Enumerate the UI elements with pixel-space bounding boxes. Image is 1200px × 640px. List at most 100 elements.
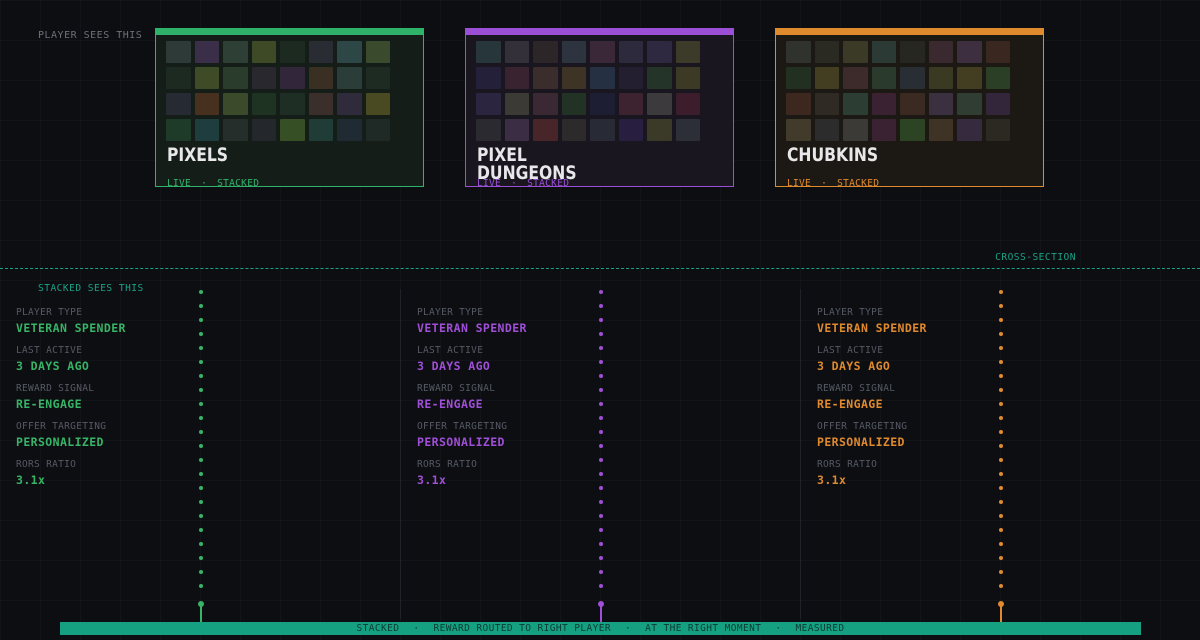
- signal-dot: [199, 458, 203, 462]
- signal-dot: [199, 304, 203, 308]
- signal-dot: [599, 318, 603, 322]
- field-value: PERSONALIZED: [16, 435, 104, 449]
- thumbnail-tile: [476, 119, 501, 141]
- signal-dot: [999, 514, 1003, 518]
- signal-dot: [199, 556, 203, 560]
- thumbnail-tile: [504, 93, 529, 115]
- signal-dot: [199, 514, 203, 518]
- signal-dot: [599, 388, 603, 392]
- thumbnail-tile: [251, 67, 276, 89]
- signal-dot: [999, 472, 1003, 476]
- thumbnail-tile: [533, 67, 558, 89]
- thumbnail-tile: [308, 41, 333, 63]
- game-card-chubkins[interactable]: CHUBKINS LIVE · STACKED: [775, 28, 1044, 187]
- signal-dot: [199, 528, 203, 532]
- thumbnail-tile: [900, 41, 925, 63]
- thumbnail-tile: [786, 119, 811, 141]
- footer-item: REWARD ROUTED TO RIGHT PLAYER: [433, 623, 611, 634]
- footer-separator: ·: [413, 623, 420, 634]
- thumbnail-tile: [900, 93, 925, 115]
- thumbnail-tile: [985, 41, 1010, 63]
- signal-dot: [599, 360, 603, 364]
- signal-dot: [599, 514, 603, 518]
- card-thumbnail-grid: [166, 41, 390, 141]
- thumbnail-tile: [871, 67, 896, 89]
- thumbnail-tile: [533, 93, 558, 115]
- card-meta: LIVE · STACKED: [787, 178, 889, 187]
- signal-dot: [599, 444, 603, 448]
- thumbnail-tile: [985, 93, 1010, 115]
- field-value: 3.1x: [417, 473, 447, 487]
- signal-dot: [199, 318, 203, 322]
- thumbnail-tile: [618, 119, 643, 141]
- thumbnail-tile: [337, 67, 362, 89]
- thumbnail-tile: [675, 41, 700, 63]
- thumbnail-tile: [533, 41, 558, 63]
- footer-separator: ·: [624, 623, 632, 634]
- field-label: RORS RATIO: [417, 459, 478, 470]
- thumbnail-tile: [814, 41, 839, 63]
- card-stacked-tag: STACKED: [217, 178, 260, 187]
- routing-footer-bar: STACKED · REWARD ROUTED TO RIGHT PLAYER · AT…: [60, 622, 1141, 635]
- signal-dot: [599, 402, 603, 406]
- signal-dot: [999, 430, 1003, 434]
- thumbnail-tile: [843, 67, 868, 89]
- card-title: CHUBKINS: [787, 144, 879, 166]
- thumbnail-tile: [928, 93, 953, 115]
- thumbnail-tile: [814, 93, 839, 115]
- signal-dot: [199, 416, 203, 420]
- footer-item: MEASURED: [795, 623, 845, 634]
- footer-item: STACKED: [356, 623, 400, 634]
- thumbnail-tile: [957, 41, 982, 63]
- thumbnail-tile: [647, 67, 672, 89]
- card-live-tag: LIVE: [787, 178, 812, 187]
- card-meta-separator: ·: [201, 178, 208, 187]
- field-label: RORS RATIO: [817, 459, 878, 470]
- signal-dot: [999, 584, 1003, 588]
- card-title: PIXELS: [167, 144, 229, 166]
- signal-dot: [999, 318, 1003, 322]
- thumbnail-tile: [476, 67, 501, 89]
- field-label: PLAYER TYPE: [16, 307, 83, 318]
- signal-dot: [199, 472, 203, 476]
- thumbnail-tile: [957, 119, 982, 141]
- thumbnail-tile: [957, 67, 982, 89]
- thumbnail-tile: [476, 93, 501, 115]
- signal-dot: [599, 528, 603, 532]
- thumbnail-tile: [166, 93, 191, 115]
- thumbnail-tile: [647, 93, 672, 115]
- thumbnail-tile: [590, 41, 615, 63]
- thumbnail-tile: [280, 41, 305, 63]
- signal-dot: [599, 556, 603, 560]
- thumbnail-tile: [280, 119, 305, 141]
- thumbnail-tile: [194, 67, 219, 89]
- signal-dot: [999, 416, 1003, 420]
- thumbnail-tile: [194, 119, 219, 141]
- card-stacked-tag: STACKED: [837, 178, 880, 187]
- signal-dot: [199, 430, 203, 434]
- signal-dot: [599, 304, 603, 308]
- thumbnail-tile: [928, 41, 953, 63]
- signal-dot: [599, 332, 603, 336]
- thumbnail-tile: [843, 93, 868, 115]
- thumbnail-tile: [675, 119, 700, 141]
- thumbnail-tile: [365, 41, 390, 63]
- thumbnail-tile: [166, 41, 191, 63]
- thumbnail-tile: [561, 119, 586, 141]
- thumbnail-tile: [533, 119, 558, 141]
- card-accent-bar: [156, 29, 423, 35]
- signal-dot: [199, 360, 203, 364]
- thumbnail-tile: [251, 93, 276, 115]
- field-value: 3.1x: [16, 473, 46, 487]
- thumbnail-tile: [251, 119, 276, 141]
- signal-dots-chubkins: [998, 290, 1004, 598]
- signal-dots-pixels: [198, 290, 204, 598]
- signal-dot: [199, 542, 203, 546]
- signal-dot: [999, 444, 1003, 448]
- thumbnail-tile: [504, 119, 529, 141]
- game-card-pixel-dungeons[interactable]: PIXEL DUNGEONS LIVE · STACKED: [465, 28, 734, 187]
- signal-dot: [999, 374, 1003, 378]
- game-card-pixels[interactable]: PIXELS LIVE · STACKED: [155, 28, 424, 187]
- signal-dot: [999, 528, 1003, 532]
- card-accent-bar: [776, 29, 1043, 35]
